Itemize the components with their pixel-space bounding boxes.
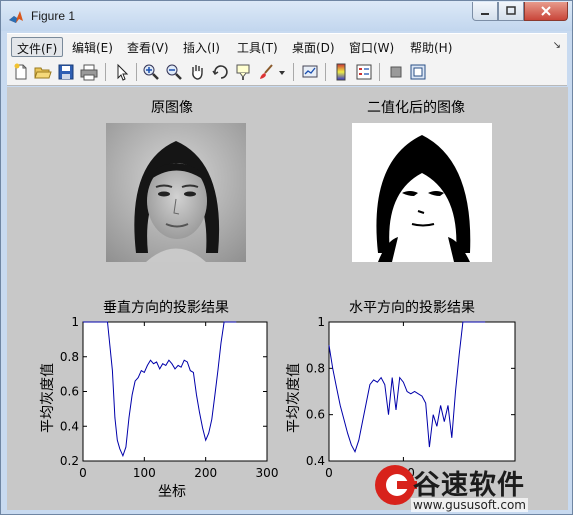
zoom-out-icon[interactable] [165,63,183,81]
menu-bar: 文件(F) 编辑(E) 查看(V) 插入(I) 工具(T) 桌面(D) 窗口(W… [7,33,567,59]
rotate-3d-icon[interactable] [211,63,229,81]
binarized-image [352,123,492,262]
toolbar-separator [105,63,106,81]
pan-hand-icon[interactable] [188,63,206,81]
menu-tools[interactable]: 工具(T) [232,37,283,57]
y-tick-label: 0.6 [60,385,79,399]
plot-area [82,321,268,462]
image-title-original: 原图像 [151,100,193,116]
x-tick-label: 0 [325,466,333,480]
toolbar-separator [325,63,326,81]
legend-icon[interactable] [355,63,373,81]
colorbar-icon[interactable] [332,63,350,81]
close-button[interactable] [524,2,568,21]
arrow-pointer-icon[interactable] [113,63,131,81]
data-cursor-icon[interactable] [234,63,252,81]
y-tick-label: 0.4 [306,454,325,468]
hide-plot-tools-icon[interactable] [387,63,405,81]
menu-insert[interactable]: 插入(I) [178,37,225,57]
maximize-button[interactable] [498,2,524,21]
y-tick-label: 0.8 [306,361,325,375]
original-image [106,123,246,262]
menu-help[interactable]: 帮助(H) [405,37,457,57]
close-icon [541,6,551,16]
y-tick-label: 0.2 [60,454,79,468]
watermark-url: www.gususoft.com [411,498,528,512]
menu-edit[interactable]: 编辑(E) [67,37,118,57]
y-tick-label: 1 [317,315,325,329]
x-tick-label: 300 [256,466,279,480]
menu-desktop[interactable]: 桌面(D) [287,37,340,57]
y-tick-label: 0.4 [60,419,79,433]
zoom-in-icon[interactable] [142,63,160,81]
x-tick-label: 200 [194,466,217,480]
y-tick-label: 1 [71,315,79,329]
x-tick-label: 0 [79,466,87,480]
new-file-icon[interactable] [12,63,30,81]
toolbar-separator [136,63,137,81]
chart2-ylabel: 平均灰度值 [286,363,302,433]
figure-canvas: 原图像 二值化后的图像 垂直方向的投影结果 0.2 0.4 0.6 0.8 1 … [7,87,568,510]
menu-file[interactable]: 文件(F) [11,37,64,57]
menu-window[interactable]: 窗口(W) [344,37,399,57]
x-tick-label: 100 [133,466,156,480]
matlab-logo-icon [9,11,23,23]
show-plot-tools-icon[interactable] [409,63,427,81]
minimize-icon [481,13,489,15]
maximize-icon [506,6,516,15]
save-icon[interactable] [57,63,75,81]
menu-dock-arrow-icon[interactable]: ↘ [553,40,561,51]
chart1-xlabel: 坐标 [158,484,186,500]
print-icon[interactable] [80,63,98,81]
y-tick-label: 0.6 [306,408,325,422]
minimize-button[interactable] [472,2,498,21]
watermark-text: 谷速软件 [413,470,525,501]
image-title-binarized: 二值化后的图像 [367,100,465,116]
open-folder-icon[interactable] [34,63,52,81]
toolbar-separator [293,63,294,81]
brush-dropdown-icon[interactable] [277,63,287,81]
window-title: Figure 1 [31,9,76,23]
plot-area [328,321,516,462]
figure-toolbar [7,59,567,86]
toolbar-separator [379,63,380,81]
title-bar: Figure 1 [1,1,572,31]
y-tick-label: 0.8 [60,350,79,364]
watermark: 谷速软件 www.gususoft.com [373,461,573,515]
brush-icon[interactable] [257,63,275,81]
link-plot-icon[interactable] [301,63,319,81]
menu-view[interactable]: 查看(V) [122,37,174,57]
chart1-ylabel: 平均灰度值 [40,363,56,433]
figure-window: Figure 1 文件(F) 编辑(E) 查看(V) 插入(I) 工具(T) 桌… [0,0,573,515]
